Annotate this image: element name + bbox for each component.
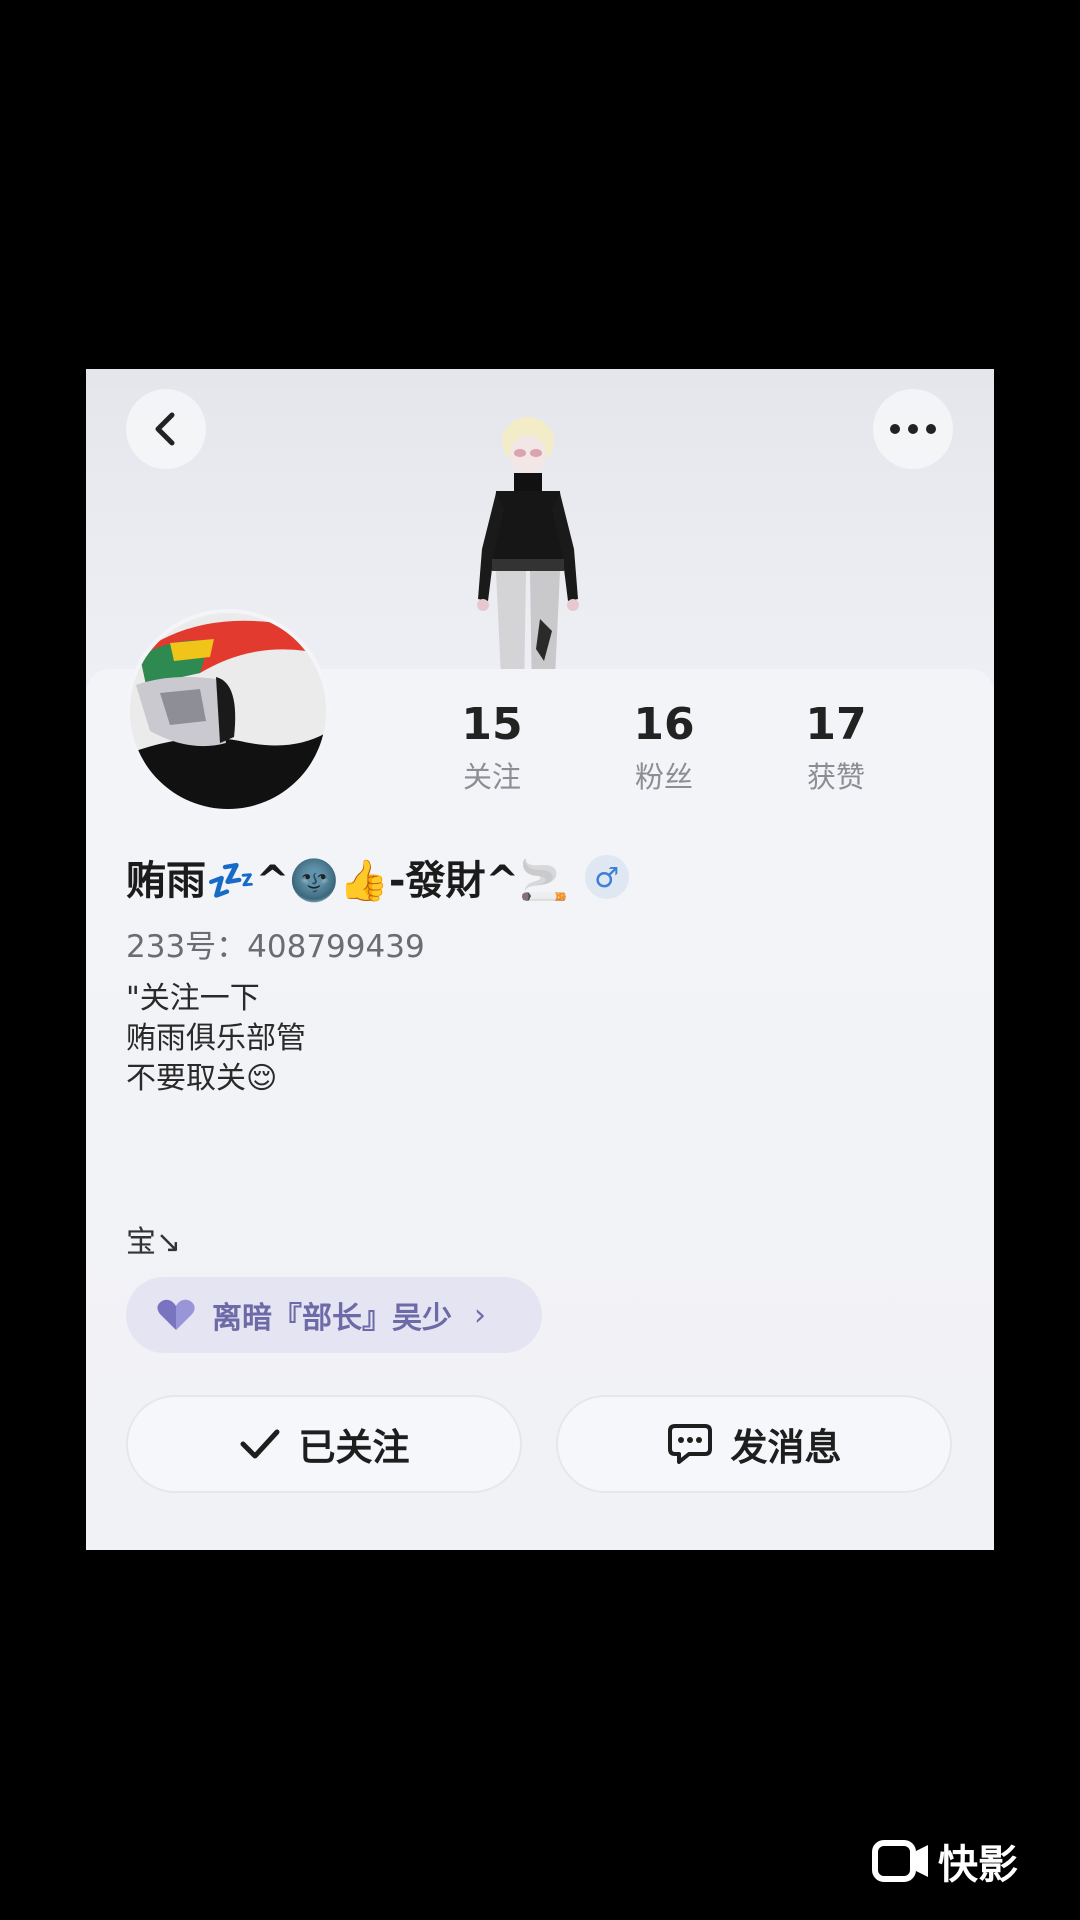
profile-id: 233号：408799439 [126, 929, 425, 965]
checkmark-icon [239, 1428, 281, 1460]
send-message-button[interactable]: 发消息 [556, 1395, 952, 1493]
bio-extra: 宝↘ [126, 1225, 182, 1260]
stat-fans[interactable]: 16 粉丝 [604, 699, 724, 797]
stat-likes-value: 17 [805, 699, 867, 750]
watermark-text: 快影 [938, 1842, 1018, 1888]
avatar-3d-figure [477, 417, 579, 699]
relation-label: 离暗『部长』吴少 [212, 1301, 452, 1336]
profile-name-row: 贿雨💤^🌚👍-發財^🚬 ♂ [126, 845, 629, 909]
male-gender-icon: ♂ [584, 855, 629, 899]
stat-likes-label: 获赞 [806, 760, 865, 794]
send-message-label: 发消息 [730, 1426, 842, 1469]
stat-fans-label: 粉丝 [634, 760, 693, 794]
stat-following-value: 15 [461, 699, 523, 750]
bio-line: 贿雨俱乐部管 [126, 1021, 306, 1056]
avatar[interactable] [126, 609, 330, 813]
chevron-right-icon: › [474, 1297, 486, 1333]
bio-line: "关注一下 [126, 981, 260, 1016]
followed-button[interactable]: 已关注 [126, 1395, 522, 1493]
kuaiying-watermark: 快影 [872, 1836, 1018, 1888]
relation-chip[interactable]: 离暗『部长』吴少 › [126, 1277, 542, 1353]
stat-fans-value: 16 [633, 699, 695, 750]
stat-following-label: 关注 [462, 760, 521, 794]
bio-line: 不要取关😌 [126, 1061, 278, 1096]
chevron-left-icon [155, 412, 175, 446]
video-camera-icon [872, 1840, 928, 1882]
chat-bubble-icon [667, 1423, 713, 1465]
back-button[interactable] [126, 389, 206, 469]
avatar-image [130, 613, 326, 809]
profile-bio: "关注一下 贿雨俱乐部管 不要取关😌 [126, 979, 306, 1099]
heart-icon [157, 1299, 195, 1330]
ellipsis-icon [890, 424, 936, 434]
profile-name: 贿雨💤^🌚👍-發財^🚬 [126, 858, 569, 904]
more-options-button[interactable] [873, 389, 953, 469]
profile-card: 15 关注 16 粉丝 17 获赞 贿雨💤^🌚👍-發財^🚬 ♂ 233号：408… [86, 369, 994, 1550]
followed-label: 已关注 [298, 1426, 410, 1469]
stat-following[interactable]: 15 关注 [432, 699, 552, 797]
stat-likes[interactable]: 17 获赞 [776, 699, 896, 797]
